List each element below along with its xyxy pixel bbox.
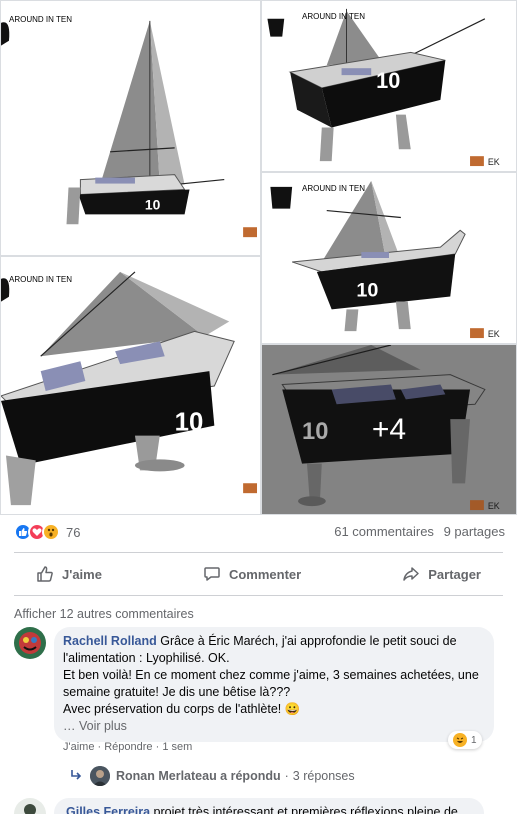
reply-count: 3 réponses xyxy=(292,769,355,783)
thumbs-up-icon xyxy=(37,566,53,582)
avatar[interactable] xyxy=(14,627,46,659)
photo-tile-4[interactable]: 10 AROUND IN TEN xyxy=(0,256,261,515)
replies-summary[interactable]: Ronan Merlateau a répondu · 3 réponses xyxy=(70,766,355,786)
comment-bubble: Gilles Ferreira projet très intéressant … xyxy=(54,798,484,814)
boat-render-2: 10 EK xyxy=(262,1,516,171)
avatar xyxy=(90,766,110,786)
comment-button[interactable]: Commenter xyxy=(181,559,323,589)
photo-grid: 10 AROUND IN TEN 10 EK AROUND IN TEN 10 … xyxy=(0,0,517,515)
show-more-comments-link[interactable]: Afficher 12 autres commentaires xyxy=(14,607,194,621)
shares-count-link[interactable]: 9 partages xyxy=(444,524,505,539)
comment-reply-link[interactable]: Répondre xyxy=(104,741,152,753)
like-button[interactable]: J'aime xyxy=(14,559,124,589)
photo-tile-1[interactable]: 10 AROUND IN TEN xyxy=(0,0,261,256)
tile-caption: AROUND IN TEN xyxy=(302,12,365,21)
reply-author: Ronan Merlateau a répondu xyxy=(116,769,281,783)
photo-tile-5[interactable]: 10 EK +4 xyxy=(261,344,517,515)
comment-button-label: Commenter xyxy=(228,566,302,582)
reaction-summary[interactable]: 76 xyxy=(14,520,80,544)
wow-reaction-icon xyxy=(42,523,60,541)
tile-caption: AROUND IN TEN xyxy=(302,184,365,193)
post-stats: 61 commentaires 9 partages xyxy=(328,524,505,539)
comment-bubble: Rachell Rolland Grâce à Éric Maréch, j'a… xyxy=(54,627,494,742)
photo-tile-3[interactable]: 10 EK AROUND IN TEN xyxy=(261,172,517,344)
avatar[interactable] xyxy=(14,798,46,814)
reply-arrow-icon xyxy=(70,769,82,784)
svg-text:10: 10 xyxy=(356,280,378,302)
comments-count-link[interactable]: 61 commentaires xyxy=(334,524,434,539)
photo-tile-2[interactable]: 10 EK AROUND IN TEN xyxy=(261,0,517,172)
svg-text:EK: EK xyxy=(488,157,500,167)
comment-icon xyxy=(204,567,220,581)
comment-text: Avec préservation du corps de l'athlète!… xyxy=(63,702,301,716)
like-button-label: J'aime xyxy=(62,566,102,582)
haha-reaction-icon xyxy=(453,733,467,747)
boat-render-4: 10 xyxy=(1,257,260,514)
svg-text:10: 10 xyxy=(175,409,204,437)
comment-meta: J'aime · Répondre · 1 sem xyxy=(63,741,193,753)
svg-text:10: 10 xyxy=(145,196,161,212)
divider xyxy=(14,552,503,553)
comment-reaction-badge[interactable]: 1 xyxy=(448,731,482,749)
svg-text:EK: EK xyxy=(488,329,500,339)
post-action-bar: J'aime Commenter Partager xyxy=(14,557,503,591)
share-button[interactable]: Partager xyxy=(380,559,503,589)
see-more-link[interactable]: … Voir plus xyxy=(63,718,482,735)
share-icon xyxy=(403,567,419,581)
reaction-count: 76 xyxy=(66,524,81,540)
boat-render-3: 10 EK xyxy=(262,173,516,343)
comment-reaction-count: 1 xyxy=(471,734,477,746)
more-photos-count[interactable]: +4 xyxy=(262,345,516,514)
tile-caption: AROUND IN TEN xyxy=(9,275,72,284)
comment-like-link[interactable]: J'aime xyxy=(63,741,94,753)
boat-render-1: 10 xyxy=(1,1,260,255)
share-button-label: Partager xyxy=(428,566,481,582)
comment-text: projet très intéressant et premières réf… xyxy=(150,805,458,814)
comment-text: Et ben voilà! En ce moment chez comme j'… xyxy=(63,668,479,699)
comment-timestamp[interactable]: 1 sem xyxy=(162,741,192,753)
svg-text:10: 10 xyxy=(376,68,400,93)
tile-caption: AROUND IN TEN xyxy=(9,15,72,24)
comment-author[interactable]: Gilles Ferreira xyxy=(66,805,150,814)
comment-author[interactable]: Rachell Rolland xyxy=(63,634,157,648)
divider xyxy=(14,595,503,596)
